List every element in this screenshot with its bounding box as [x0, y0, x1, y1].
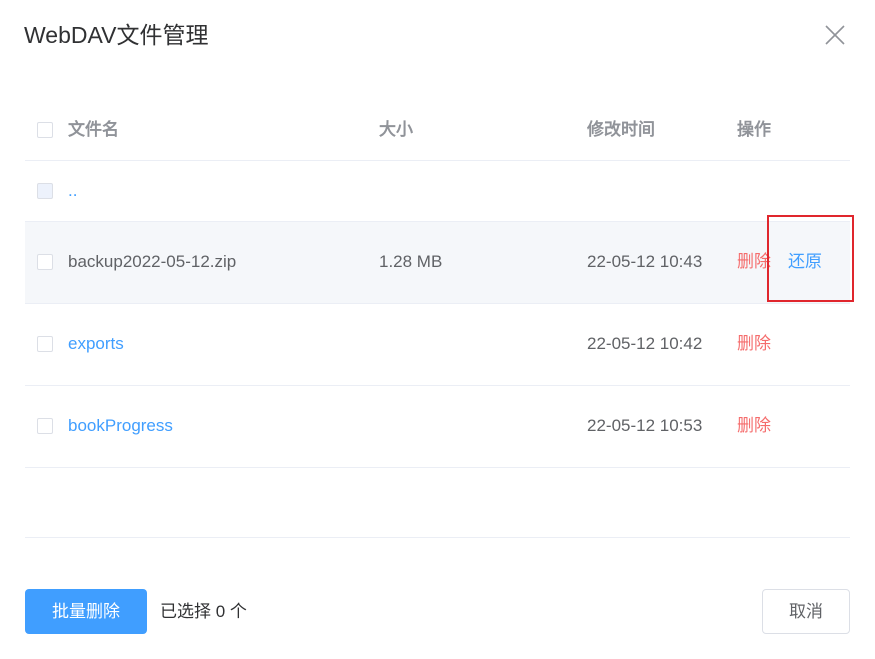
selected-count: 已选择 0 个 — [160, 602, 247, 621]
header-time: 修改时间 — [587, 120, 655, 139]
delete-link[interactable]: 删除 — [737, 334, 771, 354]
table-row-parent: .. — [25, 161, 850, 222]
table-row: exports 22-05-12 10:42 删除 — [25, 304, 850, 386]
close-button[interactable] — [824, 24, 846, 46]
cancel-button[interactable]: 取消 — [762, 589, 850, 634]
restore-link[interactable]: 还原 — [788, 252, 822, 272]
file-time: 22-05-12 10:42 — [587, 334, 703, 353]
delete-link[interactable]: 删除 — [737, 252, 771, 272]
close-icon — [825, 25, 845, 45]
table-row: bookProgress 22-05-12 10:53 删除 — [25, 386, 850, 468]
dialog-title: WebDAV文件管理 — [24, 22, 209, 48]
file-table: 文件名 大小 修改时间 操作 .. backup2022-05-12.zip 1… — [25, 100, 850, 468]
row-checkbox[interactable] — [37, 418, 53, 434]
table-row: backup2022-05-12.zip 1.28 MB 22-05-12 10… — [25, 222, 850, 304]
row-checkbox[interactable] — [37, 254, 53, 270]
file-time: 22-05-12 10:53 — [587, 416, 703, 435]
header-actions: 操作 — [737, 120, 771, 139]
header-size: 大小 — [379, 120, 413, 139]
folder-link[interactable]: bookProgress — [68, 416, 173, 436]
folder-link[interactable]: exports — [68, 334, 124, 354]
table-header: 文件名 大小 修改时间 操作 — [25, 100, 850, 161]
parent-dir-link[interactable]: .. — [68, 181, 77, 201]
divider — [25, 537, 850, 538]
file-name: backup2022-05-12.zip — [68, 252, 237, 271]
file-time: 22-05-12 10:43 — [587, 252, 703, 271]
webdav-dialog: WebDAV文件管理 文件名 大小 修改时间 操作 .. backup2022-… — [0, 0, 875, 659]
batch-delete-button[interactable]: 批量删除 — [25, 589, 147, 634]
header-name: 文件名 — [68, 120, 119, 139]
file-size: 1.28 MB — [379, 252, 443, 271]
row-checkbox-disabled — [37, 183, 53, 199]
select-all-checkbox[interactable] — [37, 122, 53, 138]
row-checkbox[interactable] — [37, 336, 53, 352]
delete-link[interactable]: 删除 — [737, 416, 771, 436]
